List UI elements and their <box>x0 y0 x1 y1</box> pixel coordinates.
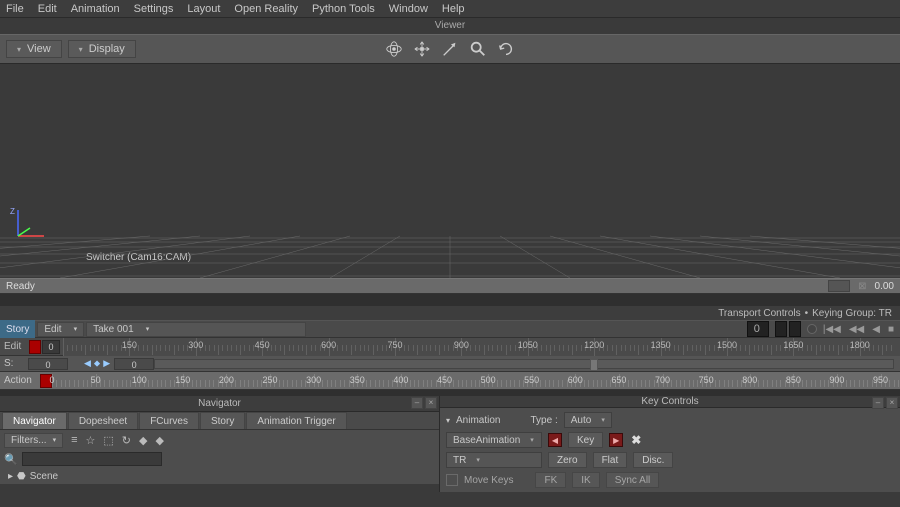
prev-icon[interactable]: ◆ <box>139 434 147 447</box>
filters-row: Filters...▾ ≡ ☆ ⬚ ↻ ◆ ◆ <box>0 430 439 450</box>
keyctrl-close-icon[interactable]: × <box>886 397 898 409</box>
ik-button[interactable]: IK <box>572 472 599 488</box>
view-dropdown[interactable]: ▾View <box>6 40 62 58</box>
loupe-icon[interactable] <box>469 40 487 58</box>
key-controls-panel: Key Controls –× ▾ Animation Type : Auto▾… <box>440 396 900 492</box>
action-timeline[interactable]: Action 050100150200250300350400450500550… <box>0 372 900 390</box>
next-key-button[interactable]: ▶ <box>609 433 623 447</box>
take-dropdown[interactable]: Take 001▾ <box>86 322 306 337</box>
tr-dropdown[interactable]: TR▾ <box>446 452 542 468</box>
slider-left-value[interactable]: 0 <box>28 358 68 370</box>
slider-right-value[interactable]: 0 <box>114 358 154 370</box>
tree-root-row[interactable]: ▸ ⬣ Scene <box>0 468 439 484</box>
menu-bar: File Edit Animation Settings Layout Open… <box>0 0 900 18</box>
delete-key-button[interactable]: ✖ <box>629 433 643 447</box>
list-view-icon[interactable]: ≡ <box>71 434 77 446</box>
move-keys-label[interactable]: Move Keys <box>464 475 513 486</box>
key-controls-header: Key Controls –× <box>440 396 900 408</box>
key-button[interactable]: Key <box>568 432 603 448</box>
menu-python-tools[interactable]: Python Tools <box>312 3 375 15</box>
sync-button[interactable]: Sync All <box>606 472 660 488</box>
range-handle[interactable] <box>590 359 598 371</box>
tc-cell-1[interactable] <box>775 321 787 337</box>
ground-grid <box>0 208 900 278</box>
keyctrl-min-icon[interactable]: – <box>872 397 884 409</box>
status-text: Ready <box>6 281 35 292</box>
tab-story[interactable]: Story <box>200 412 245 429</box>
slider-label: S: <box>0 358 28 369</box>
menu-help[interactable]: Help <box>442 3 465 15</box>
story-tab[interactable]: Story <box>0 320 35 338</box>
viewer-tools <box>385 40 515 58</box>
action-timeline-label: Action <box>0 375 40 386</box>
edit-timeline-label: Edit <box>0 341 28 352</box>
prev-key-button[interactable]: ◀ <box>548 433 562 447</box>
goto-start-button[interactable]: |◀◀ <box>823 324 841 335</box>
edit-timeline[interactable]: Edit 0 150300450600750900105012001350150… <box>0 338 900 356</box>
stop-button[interactable]: ■ <box>888 324 894 335</box>
navigator-min-icon[interactable]: – <box>411 397 423 409</box>
viewport-3d[interactable]: Z Switcher (Cam16:CAM) <box>0 64 900 278</box>
tab-navigator[interactable]: Navigator <box>2 412 67 429</box>
search-icon: 🔍 <box>4 453 18 466</box>
cube-filter-icon[interactable]: ⬚ <box>103 434 113 447</box>
fk-button[interactable]: FK <box>535 472 566 488</box>
transport-header: Transport Controls•Keying Group: TR <box>0 306 900 320</box>
take-row: Story Edit▾ Take 001▾ 0 |◀◀ ◀◀ ◀ ■ <box>0 320 900 338</box>
scene-icon: ⬣ <box>17 471 26 482</box>
menu-layout[interactable]: Layout <box>187 3 220 15</box>
lower-panels: Navigator –× Navigator Dopesheet FCurves… <box>0 396 900 492</box>
search-input[interactable] <box>22 452 162 466</box>
expand-icon[interactable]: ▸ <box>8 471 13 482</box>
menu-window[interactable]: Window <box>389 3 428 15</box>
edit-start-frame[interactable]: 0 <box>42 340 60 354</box>
viewer-panel-label: Viewer <box>0 20 900 34</box>
status-box[interactable] <box>828 280 850 292</box>
record-button[interactable] <box>807 324 817 334</box>
layer-dropdown[interactable]: BaseAnimation▾ <box>446 432 542 448</box>
tab-dopesheet[interactable]: Dopesheet <box>68 412 138 429</box>
orbit-icon[interactable] <box>385 40 403 58</box>
navigator-panel-header: Navigator –× <box>0 396 439 412</box>
star-filter-icon[interactable]: ☆ <box>86 434 96 447</box>
filters-button[interactable]: Filters...▾ <box>4 433 63 448</box>
navigator-close-icon[interactable]: × <box>425 397 437 409</box>
pan-icon[interactable] <box>413 40 431 58</box>
menu-open-reality[interactable]: Open Reality <box>234 3 298 15</box>
search-row: 🔍 <box>0 450 439 468</box>
menu-animation[interactable]: Animation <box>71 3 120 15</box>
navigator-tabs: Navigator Dopesheet FCurves Story Animat… <box>0 412 439 430</box>
range-slider-row: S: 0 ◀⬥▶ 0 <box>0 356 900 372</box>
status-value: 0.00 <box>875 281 894 292</box>
tab-fcurves[interactable]: FCurves <box>139 412 199 429</box>
tc-cell-2[interactable] <box>789 321 801 337</box>
next-icon[interactable]: ◆ <box>155 434 163 447</box>
menu-settings[interactable]: Settings <box>134 3 174 15</box>
zero-button[interactable]: Zero <box>548 452 587 468</box>
status-bar: Ready ⊠ 0.00 <box>0 278 900 294</box>
rewind-button[interactable]: ◀◀ <box>849 324 864 335</box>
tree-root-label: Scene <box>30 471 58 482</box>
menu-edit[interactable]: Edit <box>38 3 57 15</box>
slider-mode-icons[interactable]: ◀⬥▶ <box>84 358 110 369</box>
edit-mode-dropdown[interactable]: Edit▾ <box>37 322 84 337</box>
refresh-icon[interactable]: ↻ <box>122 434 131 447</box>
flat-button[interactable]: Flat <box>593 452 628 468</box>
menu-file[interactable]: File <box>6 3 24 15</box>
disc-button[interactable]: Disc. <box>633 452 673 468</box>
play-back-button[interactable]: ◀ <box>872 324 880 335</box>
range-track[interactable] <box>154 359 894 369</box>
navigator-panel: Navigator –× Navigator Dopesheet FCurves… <box>0 396 440 492</box>
timecode-display[interactable]: 0 <box>747 321 769 337</box>
type-dropdown[interactable]: Auto▾ <box>564 412 612 428</box>
animation-label: Animation <box>456 415 500 426</box>
dolly-icon[interactable] <box>441 40 459 58</box>
type-label: Type : <box>530 415 557 426</box>
edit-start-handle[interactable] <box>29 340 41 354</box>
undo-view-icon[interactable] <box>497 40 515 58</box>
display-dropdown[interactable]: ▾Display <box>68 40 136 58</box>
tab-animation-trigger[interactable]: Animation Trigger <box>246 412 346 429</box>
viewer-toolbar: ▾View ▾Display <box>0 34 900 64</box>
